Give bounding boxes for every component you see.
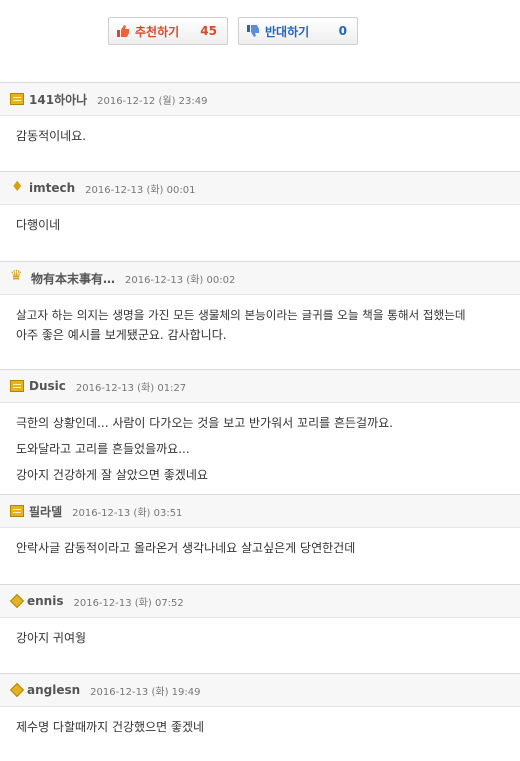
comment-body: 안락사글 감동적이라고 올라온거 생각나네요 살고싶은게 당연한건데	[0, 528, 520, 558]
level-badge-icon	[10, 268, 26, 284]
comment-date: 2016-12-12 (월) 23:49	[97, 95, 208, 107]
comment-date: 2016-12-13 (화) 07:52	[73, 597, 184, 609]
comment-date: 2016-12-13 (화) 00:01	[85, 184, 196, 196]
comment-text: 살고자 하는 의지는 생명을 가진 모든 생물체의 본능이라는 글귀를 오늘 책…	[16, 308, 466, 322]
comment-header: imtech 2016-12-13 (화) 00:01	[0, 171, 520, 205]
comment-item: Dusic 2016-12-13 (화) 01:27 극한의 상황인데... 사…	[0, 369, 520, 485]
comment-author[interactable]: 필라델	[29, 503, 62, 520]
level-badge-icon	[10, 179, 24, 195]
level-badge-icon	[10, 595, 22, 607]
comment-text: 제수명 다할때까지 건강했으면 좋겠네	[16, 720, 205, 734]
comment-item: 141하아나 2016-12-12 (월) 23:49 감동적이네요.	[0, 82, 520, 156]
comment-text: 감동적이네요.	[16, 129, 87, 143]
comment-text: 다행이네	[16, 218, 61, 232]
comment-item: ennis 2016-12-13 (화) 07:52 강아지 귀여웡	[0, 584, 520, 658]
comment-body: 강아지 귀여웡	[0, 618, 520, 648]
comment-header: 物有本末事有… 2016-12-13 (화) 00:02	[0, 261, 520, 295]
comment-header: anglesn 2016-12-13 (화) 19:49	[0, 673, 520, 707]
comment-text: 안락사글 감동적이라고 올라온거 생각나네요 살고싶은게 당연한건데	[16, 541, 356, 555]
thumbs-up-icon	[116, 24, 130, 38]
comment-item: anglesn 2016-12-13 (화) 19:49 제수명 다할때까지 건…	[0, 673, 520, 747]
comment-author[interactable]: anglesn	[27, 683, 80, 697]
comment-text: 아주 좋은 예시를 보게됐군요. 감사합니다.	[16, 328, 227, 342]
comment-date: 2016-12-13 (화) 03:51	[72, 507, 183, 519]
recommend-label: 추천하기	[135, 24, 180, 39]
recommend-count: 45	[200, 24, 217, 38]
comment-text: 강아지 귀여웡	[16, 631, 87, 645]
comment-header: 141하아나 2016-12-12 (월) 23:49	[0, 82, 520, 116]
comment-text: 도와달라고 고리를 흔들었을까요...	[16, 442, 190, 456]
comment-date: 2016-12-13 (화) 01:27	[75, 382, 187, 394]
level-badge-icon	[10, 93, 24, 105]
comment-text: 강아지 건강하게 잘 살았으면 좋겠네요	[16, 468, 208, 482]
comment-item: imtech 2016-12-13 (화) 00:01 다행이네	[0, 171, 520, 245]
comment-author[interactable]: ennis	[27, 594, 63, 608]
comment-body: 감동적이네요.	[0, 116, 520, 146]
comment-body: 살고자 하는 의지는 생명을 가진 모든 생물체의 본능이라는 글귀를 오늘 책…	[0, 295, 520, 345]
comment-body: 극한의 상황인데... 사람이 다가오는 것을 보고 반가워서 꼬리를 흔든걸까…	[0, 403, 520, 485]
comment-body: 제수명 다할때까지 건강했으면 좋겠네	[0, 707, 520, 737]
comment-date: 2016-12-13 (화) 19:49	[90, 686, 201, 698]
level-badge-icon	[10, 380, 24, 392]
thumbs-down-icon	[246, 24, 260, 38]
level-badge-icon	[10, 505, 24, 517]
comment-item: 物有本末事有… 2016-12-13 (화) 00:02 살고자 하는 의지는 …	[0, 261, 520, 345]
comment-item: 필라델 2016-12-13 (화) 03:51 안락사글 감동적이라고 올라온…	[0, 494, 520, 568]
comment-author[interactable]: 物有本末事有…	[31, 270, 115, 287]
oppose-count: 0	[338, 24, 347, 38]
comment-body: 다행이네	[0, 205, 520, 235]
comment-header: ennis 2016-12-13 (화) 07:52	[0, 584, 520, 618]
comment-author[interactable]: Dusic	[29, 379, 66, 393]
comment-date: 2016-12-13 (화) 00:02	[125, 274, 236, 286]
oppose-label: 반대하기	[265, 24, 310, 39]
oppose-button[interactable]: 반대하기 0	[238, 17, 358, 45]
recommend-button[interactable]: 추천하기 45	[108, 17, 228, 45]
comment-text: 극한의 상황인데... 사람이 다가오는 것을 보고 반가워서 꼬리를 흔든걸까…	[16, 416, 393, 430]
level-badge-icon	[10, 684, 22, 696]
comment-author[interactable]: 141하아나	[29, 91, 87, 108]
comment-header: 필라델 2016-12-13 (화) 03:51	[0, 494, 520, 528]
comment-author[interactable]: imtech	[29, 181, 75, 195]
comment-header: Dusic 2016-12-13 (화) 01:27	[0, 369, 520, 403]
